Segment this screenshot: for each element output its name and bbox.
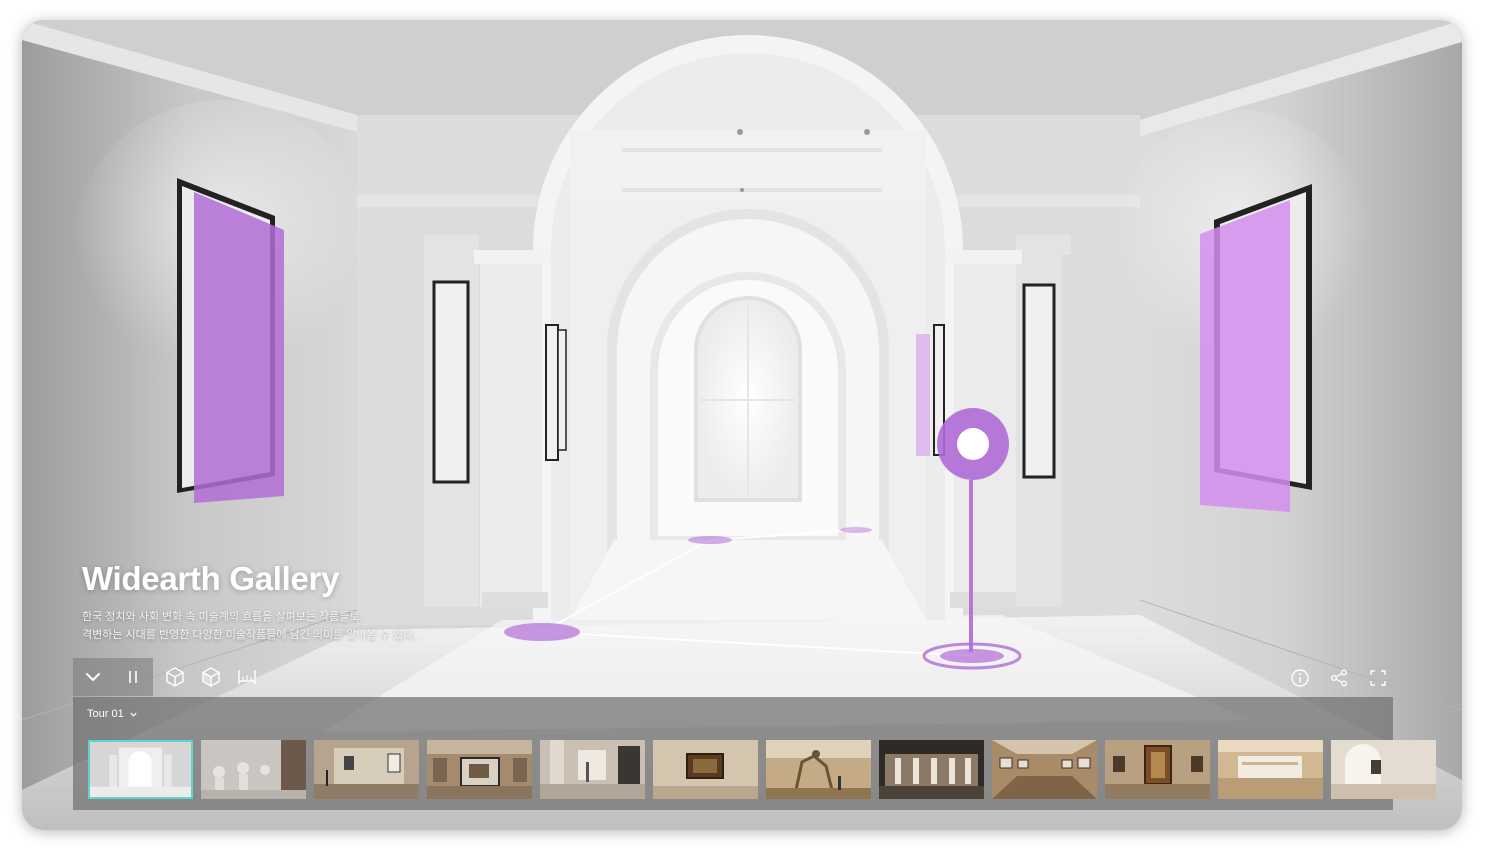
info-button[interactable] bbox=[1284, 662, 1316, 694]
viewer-frame: Widearth Gallery 한국 정치와 사회 변화 속 미술계의 흐름을… bbox=[22, 20, 1462, 830]
measure-icon bbox=[238, 670, 256, 684]
tour-thumbnails bbox=[88, 740, 1444, 799]
tour-panel: Tour 01 bbox=[73, 697, 1436, 810]
tour-thumbnail-11[interactable] bbox=[1218, 740, 1323, 799]
tour-thumbnail-8[interactable] bbox=[879, 740, 984, 799]
cube-solid-icon bbox=[202, 667, 220, 687]
info-icon bbox=[1291, 669, 1309, 687]
tour-thumbnail-12[interactable] bbox=[1331, 740, 1436, 799]
tour-thumbnail-10[interactable] bbox=[1105, 740, 1210, 799]
gallery-description-line1: 한국 정치와 사회 변화 속 미술계의 흐름을 살펴보는 작품들로, bbox=[82, 611, 363, 623]
fullscreen-icon bbox=[1370, 670, 1386, 686]
cube-outline-icon bbox=[166, 667, 184, 687]
tour-thumbnail-5[interactable] bbox=[540, 740, 645, 799]
tour-dropdown-label: Tour 01 bbox=[87, 708, 124, 720]
thumbnail-image bbox=[314, 740, 419, 799]
thumbnail-image bbox=[201, 740, 306, 799]
thumbnail-image bbox=[427, 740, 532, 799]
thumbnail-image bbox=[540, 740, 645, 799]
chevron-down-icon bbox=[86, 673, 100, 681]
thumbnail-image bbox=[1105, 740, 1210, 799]
gallery-description: 한국 정치와 사회 변화 속 미술계의 흐름을 살펴보는 작품들로, 격변하는 … bbox=[82, 608, 416, 644]
gallery-description-line2: 격변하는 시대를 반영한 다양한 미술작품들에 담긴 의미를 알아볼 수 있다. bbox=[82, 629, 417, 641]
tour-thumbnail-7[interactable] bbox=[766, 740, 871, 799]
gallery-title: Widearth Gallery bbox=[82, 560, 340, 597]
tour-thumbnail-9[interactable] bbox=[992, 740, 1097, 799]
pause-icon bbox=[129, 671, 137, 683]
thumbnail-image bbox=[1218, 740, 1323, 799]
share-button[interactable] bbox=[1323, 662, 1355, 694]
measure-button[interactable] bbox=[231, 661, 263, 693]
thumbnail-image bbox=[653, 740, 758, 799]
thumbnail-image bbox=[1331, 740, 1436, 799]
thumbnail-image bbox=[992, 740, 1097, 799]
thumbnail-image bbox=[879, 740, 984, 799]
playback-controls bbox=[73, 658, 267, 696]
chevron-down-icon bbox=[130, 712, 137, 717]
playback-pill bbox=[73, 658, 153, 696]
tour-thumbnail-1[interactable] bbox=[88, 740, 193, 799]
thumbnail-image bbox=[90, 742, 191, 797]
collapse-button[interactable] bbox=[77, 661, 109, 693]
gallery-info: Widearth Gallery 한국 정치와 사회 변화 속 미술계의 흐름을… bbox=[82, 560, 416, 644]
tour-thumbnail-3[interactable] bbox=[314, 740, 419, 799]
tour-dropdown[interactable]: Tour 01 bbox=[87, 708, 138, 720]
pause-button[interactable] bbox=[117, 661, 149, 693]
viewer-utility-controls bbox=[1277, 662, 1394, 694]
thumbnail-image bbox=[766, 740, 871, 799]
floorplan-view-button[interactable] bbox=[195, 661, 227, 693]
fullscreen-button[interactable] bbox=[1362, 662, 1394, 694]
tour-thumbnail-4[interactable] bbox=[427, 740, 532, 799]
tour-thumbnail-6[interactable] bbox=[653, 740, 758, 799]
tour-thumbnail-2[interactable] bbox=[201, 740, 306, 799]
share-icon bbox=[1331, 669, 1347, 687]
dollhouse-view-button[interactable] bbox=[159, 661, 191, 693]
